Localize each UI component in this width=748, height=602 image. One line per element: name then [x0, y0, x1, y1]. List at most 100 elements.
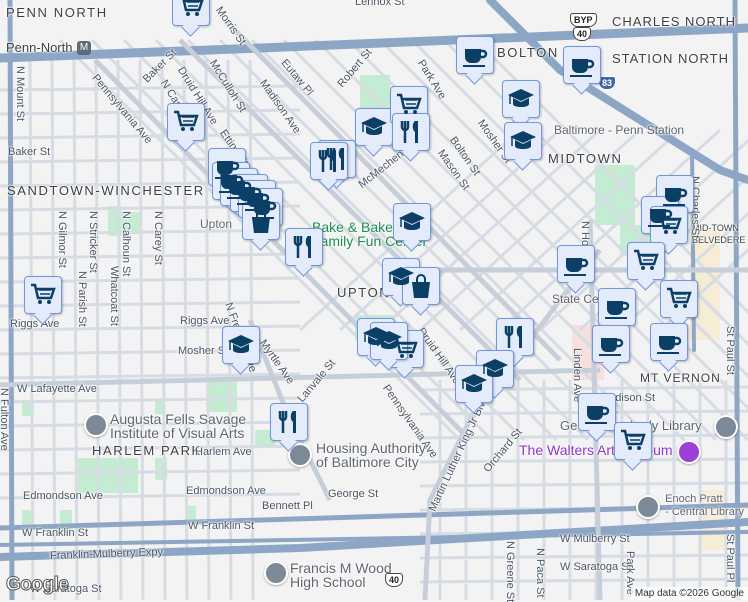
grocery-marker[interactable] — [627, 242, 665, 280]
grocery-marker[interactable] — [167, 103, 205, 141]
school-marker[interactable] — [370, 322, 408, 360]
street-label: W Mulberry St — [560, 533, 630, 545]
school-pin-icon[interactable] — [264, 561, 288, 585]
library-pin-icon[interactable] — [636, 495, 660, 519]
restaurant-marker[interactable] — [270, 403, 308, 441]
poi-wood-label[interactable]: Francis M Wood High School — [290, 561, 392, 589]
cafe-icon — [599, 338, 624, 356]
school-marker[interactable] — [222, 326, 260, 364]
shopping-marker[interactable] — [242, 202, 280, 240]
grocery-icon — [634, 249, 659, 270]
route-shield-us40: 40 — [385, 573, 404, 587]
restaurant-icon — [504, 326, 522, 348]
poi-upton-label[interactable]: Upton — [200, 217, 232, 231]
neighborhood-label: CHARLES NORTH — [612, 14, 737, 29]
map-attribution[interactable]: Map data ©2026 Google — [630, 587, 748, 600]
cafe-marker[interactable] — [557, 245, 595, 283]
school-icon — [508, 89, 534, 107]
cafe-marker[interactable] — [592, 325, 630, 363]
street-label: W Franklin St — [22, 527, 89, 539]
street-label: St Paul St — [724, 326, 736, 375]
restaurant-icon — [318, 150, 336, 172]
street-label: W Lafayette Ave — [17, 383, 97, 395]
neighborhood-label: STATION NORTH — [612, 51, 729, 66]
school-pin-icon[interactable] — [84, 413, 108, 437]
grocery-marker[interactable] — [172, 0, 210, 26]
shopping-icon — [252, 209, 270, 233]
cafe-icon — [657, 336, 682, 354]
street-label: N Stricker St — [87, 211, 99, 273]
cafe-icon — [605, 301, 630, 319]
neighborhood-label: MIDTOWN — [548, 151, 623, 166]
street-label: N Calhoun St — [120, 211, 132, 277]
restaurant-marker[interactable] — [392, 113, 430, 151]
museum-pin-icon[interactable] — [677, 440, 701, 464]
street-label: George St — [328, 488, 379, 500]
school-marker[interactable] — [455, 365, 493, 403]
cafe-marker[interactable] — [598, 288, 636, 326]
restaurant-marker[interactable] — [496, 318, 534, 356]
cafe-icon — [570, 59, 595, 77]
grocery-icon — [657, 213, 682, 234]
poi-penn-north-label[interactable]: Penn-North — [6, 40, 72, 55]
street-label: Baker St — [8, 146, 51, 158]
school-marker[interactable] — [393, 203, 431, 241]
restaurant-icon — [293, 236, 311, 258]
grocery-icon — [174, 110, 199, 131]
street-label: N Fulton Ave — [0, 388, 10, 451]
library-pin-icon[interactable] — [714, 415, 738, 439]
school-icon — [361, 117, 387, 135]
grocery-marker[interactable] — [660, 280, 698, 318]
neighborhood-label: PENN NORTH — [6, 5, 108, 20]
street-label: W Franklin St — [188, 520, 255, 532]
school-marker[interactable] — [504, 122, 542, 160]
school-icon — [228, 335, 254, 353]
street-label: Lennox St — [355, 0, 405, 8]
shopping-marker[interactable] — [402, 267, 440, 305]
school-icon — [461, 374, 487, 392]
poi-housing-label[interactable]: Housing Authority of Baltimore City — [316, 441, 426, 469]
grocery-marker[interactable] — [24, 276, 62, 314]
cafe-marker[interactable] — [650, 323, 688, 361]
metro-icon: M — [77, 41, 91, 55]
cafe-marker[interactable] — [563, 46, 601, 84]
poi-penn-station-label[interactable]: Baltimore - Penn Station — [554, 123, 684, 137]
school-marker[interactable] — [355, 108, 393, 146]
street-label: Bennett Pl — [262, 500, 313, 512]
cafe-icon — [463, 49, 488, 67]
street-label: Edmondson Ave — [186, 485, 266, 497]
school-marker[interactable] — [502, 80, 540, 118]
school-icon — [510, 131, 536, 149]
grocery-marker[interactable] — [650, 206, 688, 244]
street-label: Edmondson Ave — [23, 490, 103, 502]
poi-augusta-label[interactable]: Augusta Fells Savage Institute of Visual… — [110, 412, 246, 440]
street-label: N Carey St — [152, 211, 164, 265]
restaurant-marker[interactable] — [285, 228, 323, 266]
grocery-icon — [31, 283, 56, 304]
grocery-icon — [397, 93, 422, 114]
street-label: N Parish St — [76, 271, 88, 327]
street-label: N Greene St — [504, 541, 516, 602]
street-label: St Paul Pl — [724, 534, 736, 583]
shopping-icon — [412, 274, 430, 298]
google-logo: Google — [5, 574, 69, 596]
grocery-icon — [182, 0, 204, 16]
street-label: Mosher St — [178, 345, 229, 357]
neighborhood-label: MT VERNON — [640, 371, 721, 385]
street-label: N Mount St — [14, 66, 26, 122]
cafe-icon — [585, 406, 610, 424]
street-label: W Saratoga St — [560, 561, 632, 573]
cafe-marker[interactable] — [578, 393, 616, 431]
restaurant-marker[interactable] — [310, 142, 348, 180]
neighborhood-label: SANDTOWN-WINCHESTER — [7, 183, 205, 198]
route-shield-byp: BYP — [570, 13, 597, 27]
cafe-marker[interactable] — [456, 36, 494, 74]
school-icon — [376, 331, 402, 349]
route-shield-us40: 40 — [573, 27, 592, 41]
poi-pratt-label[interactable]: Enoch Pratt - Central Library — [665, 493, 744, 519]
street-label: Riggs Ave — [10, 318, 60, 330]
grocery-icon — [621, 429, 646, 450]
neighborhood-label: HARLEM PARK — [92, 443, 202, 458]
grocery-marker[interactable] — [614, 422, 652, 460]
cafe-icon — [564, 258, 589, 276]
